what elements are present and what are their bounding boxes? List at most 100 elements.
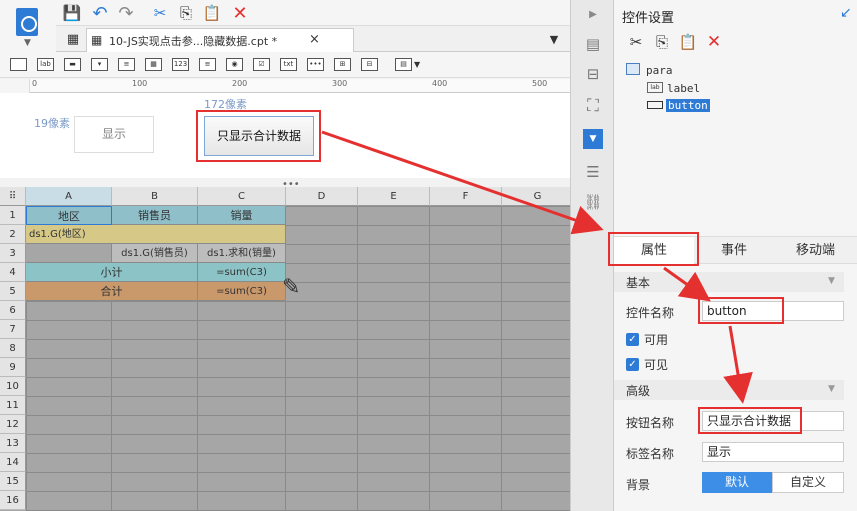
- grid-icon[interactable]: ▦: [64, 30, 82, 48]
- save-icon[interactable]: 💾: [62, 3, 82, 23]
- stack-icon[interactable]: ☰: [583, 162, 603, 182]
- row-header[interactable]: 4: [0, 263, 26, 282]
- cut-icon[interactable]: ✂: [626, 32, 646, 52]
- height-indicator: 19像素: [34, 117, 70, 130]
- row-header[interactable]: 2: [0, 225, 26, 244]
- crop-icon[interactable]: ⛶: [583, 96, 603, 116]
- tab-mobile[interactable]: 移动端: [774, 237, 857, 264]
- minimize-icon[interactable]: ↙: [840, 5, 852, 21]
- row-header[interactable]: 7: [0, 320, 26, 339]
- ruler-tick: 100: [132, 79, 148, 88]
- row-header[interactable]: 1: [0, 206, 26, 225]
- label-widget-icon[interactable]: lab: [37, 58, 54, 71]
- cell-a2[interactable]: ds1.G(地区): [26, 225, 286, 244]
- column-header[interactable]: F: [430, 187, 502, 206]
- ruler-tick: 300: [332, 79, 348, 88]
- ruler-tick: 500: [532, 79, 548, 88]
- visible-label: 可见: [644, 358, 669, 372]
- text-widget-icon[interactable]: txt: [280, 58, 297, 71]
- tab-title: 10-JS实现点击参...隐藏数据.cpt *: [109, 35, 278, 48]
- more-widget-icon[interactable]: ▤: [395, 58, 412, 71]
- row-header[interactable]: 16: [0, 491, 26, 510]
- list-widget-icon[interactable]: ≡: [118, 58, 135, 71]
- section-advanced[interactable]: 高级 ▼: [614, 380, 844, 400]
- panel-title: 控件设置: [622, 11, 675, 26]
- chevron-down-icon: ▼: [828, 384, 835, 394]
- row-header[interactable]: 15: [0, 472, 26, 491]
- redo-icon[interactable]: ↷: [116, 3, 136, 24]
- copy-icon[interactable]: ⎘: [176, 3, 196, 23]
- cell-b3[interactable]: ds1.G(销售员): [112, 244, 198, 263]
- tab-events[interactable]: 事件: [694, 237, 774, 264]
- cell-c3[interactable]: ds1.求和(销量): [198, 244, 286, 263]
- tree-item-root[interactable]: para: [646, 64, 673, 77]
- checkbox-widget-icon[interactable]: ☑: [253, 58, 270, 71]
- number-widget-icon[interactable]: 123: [172, 58, 189, 71]
- row-header[interactable]: 11: [0, 396, 26, 415]
- textfield-widget-icon[interactable]: [10, 58, 27, 71]
- row-header[interactable]: 3: [0, 244, 26, 263]
- background-custom-button[interactable]: 自定义: [772, 472, 844, 493]
- cell-a5[interactable]: 合计: [26, 282, 198, 301]
- row-header[interactable]: 9: [0, 358, 26, 377]
- cell-c4[interactable]: =sum(C3): [198, 263, 286, 282]
- widget-settings-icon[interactable]: ▼: [583, 129, 603, 149]
- label-widget[interactable]: 显示: [74, 116, 154, 153]
- column-header[interactable]: A: [26, 187, 112, 206]
- corner-cell[interactable]: ⠿: [0, 187, 26, 206]
- visible-checkbox[interactable]: ✓: [626, 358, 639, 371]
- tree-item-label[interactable]: label: [667, 82, 700, 95]
- cell-c5[interactable]: =sum(C3): [198, 282, 286, 301]
- main-toolbar: 💾 ↶ ↷ ✂ ⎘ 📋 ✕: [56, 0, 570, 26]
- button-name-label: 按钮名称: [626, 416, 675, 430]
- background-label: 背景: [626, 478, 651, 492]
- tree-icon[interactable]: ⊟: [583, 64, 603, 84]
- column-header[interactable]: D: [286, 187, 358, 206]
- copy-icon[interactable]: ⎘: [652, 32, 672, 52]
- combobox-widget-icon[interactable]: ▾: [91, 58, 108, 71]
- date-widget-icon[interactable]: ▦: [145, 58, 162, 71]
- cell-a4[interactable]: 小计: [26, 263, 198, 282]
- column-header[interactable]: C: [198, 187, 286, 206]
- tab-report[interactable]: ▦ 10-JS实现点击参...隐藏数据.cpt * ×: [86, 28, 354, 52]
- cell-b1[interactable]: 销售员: [112, 206, 198, 225]
- delete-icon[interactable]: ✕: [704, 32, 724, 52]
- column-header[interactable]: B: [112, 187, 198, 206]
- tab-menu-icon[interactable]: ▼: [546, 31, 562, 47]
- background-default-button[interactable]: 默认: [702, 472, 772, 493]
- chevron-down-icon[interactable]: ▼: [414, 60, 420, 69]
- radio-widget-icon[interactable]: ◉: [226, 58, 243, 71]
- report-sheet[interactable]: ⠿ A B C D E F G 1 2 3 4 5 6 7 8 9 10 11 …: [0, 187, 570, 511]
- collapse-arrow-icon[interactable]: ▶: [585, 6, 601, 22]
- row-header[interactable]: 12: [0, 415, 26, 434]
- cell-a3[interactable]: [26, 244, 112, 263]
- row-header[interactable]: 10: [0, 377, 26, 396]
- close-icon[interactable]: ×: [309, 32, 320, 47]
- section-basic[interactable]: 基本 ▼: [614, 272, 844, 292]
- paste-icon[interactable]: 📋: [678, 32, 698, 52]
- link-icon[interactable]: ⛓: [583, 192, 603, 212]
- row-header[interactable]: 8: [0, 339, 26, 358]
- column-header[interactable]: G: [502, 187, 570, 206]
- tree-widget-icon[interactable]: ⊞: [334, 58, 351, 71]
- undo-icon[interactable]: ↶: [90, 3, 110, 24]
- layout-icon[interactable]: ▤: [583, 34, 603, 54]
- tree-item-button[interactable]: button: [666, 99, 710, 112]
- cell-c1[interactable]: 销量: [198, 206, 286, 225]
- paste-icon[interactable]: 📋: [202, 3, 222, 23]
- row-header[interactable]: 13: [0, 434, 26, 453]
- column-header[interactable]: E: [358, 187, 430, 206]
- app-logo[interactable]: ▼: [0, 0, 56, 52]
- row-header[interactable]: 5: [0, 282, 26, 301]
- enabled-checkbox[interactable]: ✓: [626, 333, 639, 346]
- button-widget-icon[interactable]: ▬: [64, 58, 81, 71]
- cut-icon[interactable]: ✂: [150, 3, 170, 23]
- row-header[interactable]: 14: [0, 453, 26, 472]
- delete-icon[interactable]: ✕: [230, 3, 250, 24]
- password-widget-icon[interactable]: •••: [307, 58, 324, 71]
- tree-combo-widget-icon[interactable]: ⊟: [361, 58, 378, 71]
- row-header[interactable]: 6: [0, 301, 26, 320]
- tag-name-input[interactable]: 显示: [702, 442, 844, 462]
- cell-a1[interactable]: 地区: [26, 206, 112, 225]
- textarea-widget-icon[interactable]: ≡: [199, 58, 216, 71]
